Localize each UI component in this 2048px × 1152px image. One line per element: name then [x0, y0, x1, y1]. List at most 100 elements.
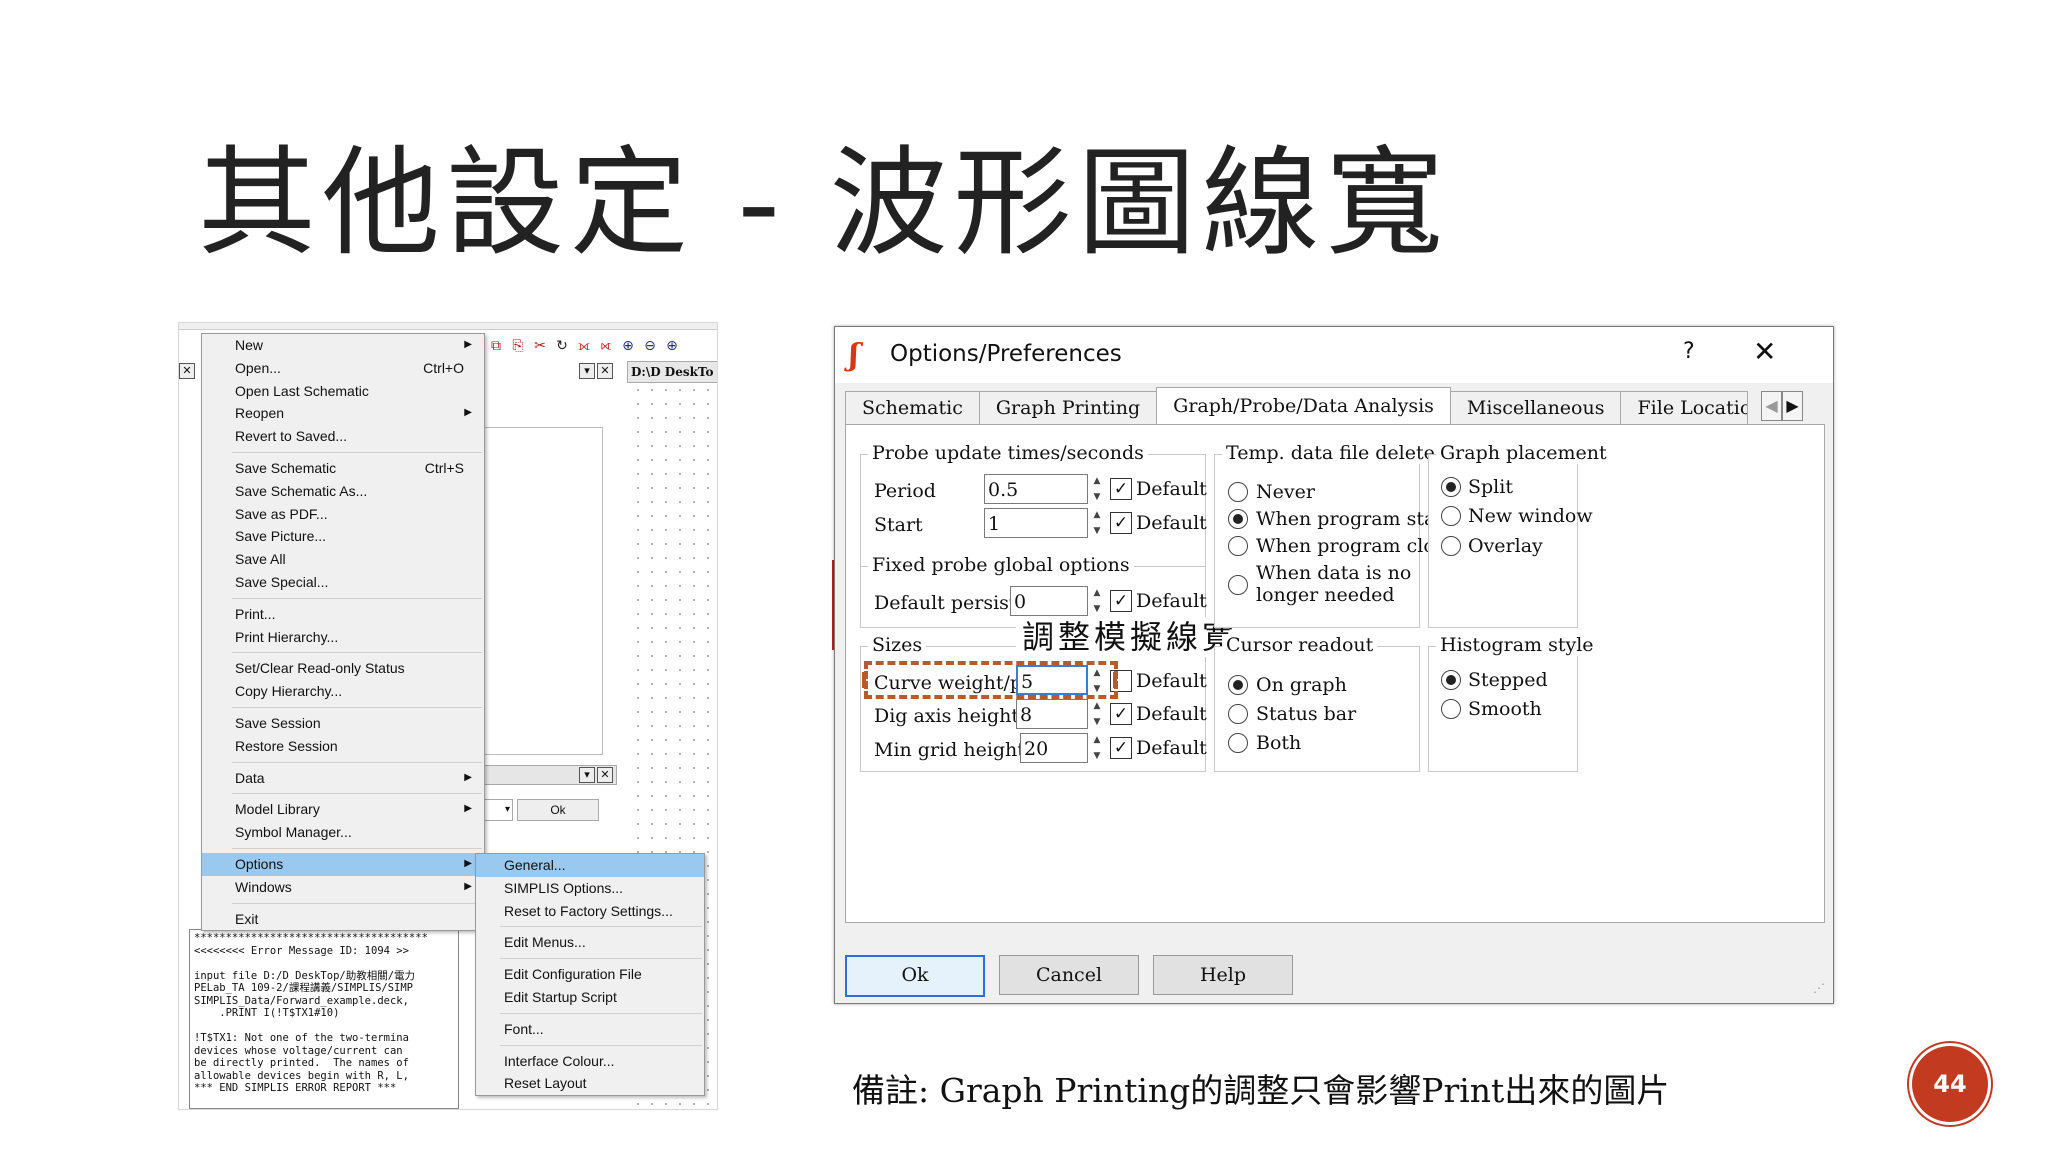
- file-menu-item[interactable]: Model Library ▶: [202, 798, 484, 821]
- file-menu-item[interactable]: Print...: [202, 603, 484, 626]
- options-submenu-item[interactable]: Edit Configuration File: [476, 963, 704, 986]
- file-menu-item[interactable]: Restore Session: [202, 735, 484, 758]
- start-label: Start: [874, 514, 923, 536]
- menu-item-label: Copy Hierarchy...: [235, 683, 343, 700]
- zoom-out-icon[interactable]: ⊖: [641, 337, 659, 355]
- options-submenu-item[interactable]: Interface Colour...: [476, 1050, 704, 1073]
- menu-separator: [500, 926, 702, 928]
- copy-icon[interactable]: ⧉: [487, 337, 505, 355]
- file-menu-item[interactable]: Save as PDF...: [202, 503, 484, 526]
- cursor-on-graph-radio[interactable]: [1228, 675, 1248, 695]
- options-submenu-item[interactable]: Font...: [476, 1018, 704, 1041]
- help-icon[interactable]: ?: [1683, 339, 1695, 364]
- file-menu-item[interactable]: Save Picture...: [202, 525, 484, 548]
- file-menu-item[interactable]: Exit: [202, 908, 484, 931]
- file-menu-item[interactable]: Set/Clear Read-only Status: [202, 657, 484, 680]
- file-menu-item[interactable]: Print Hierarchy...: [202, 626, 484, 649]
- temp-closes-radio[interactable]: [1228, 536, 1248, 556]
- cursor-both-radio[interactable]: [1228, 733, 1248, 753]
- rotate-icon[interactable]: ↻: [553, 337, 571, 355]
- tab-schematic[interactable]: Schematic: [845, 391, 980, 424]
- resize-grip-icon[interactable]: ⋰: [1813, 981, 1825, 995]
- temp-nolonger-radio[interactable]: [1228, 575, 1248, 595]
- options-submenu-item[interactable]: SIMPLIS Options...: [476, 877, 704, 900]
- temp-starts-radio[interactable]: [1228, 509, 1248, 529]
- start-default-checkbox[interactable]: ✓: [1110, 512, 1132, 534]
- options-submenu-item[interactable]: Edit Startup Script: [476, 986, 704, 1009]
- persistence-stepper[interactable]: ▲ ▼: [1090, 586, 1104, 616]
- file-menu-item[interactable]: Open... Ctrl+O: [202, 357, 484, 380]
- cursor-status-bar-radio[interactable]: [1228, 704, 1248, 724]
- period-input[interactable]: 0.5: [984, 474, 1088, 504]
- min-grid-input[interactable]: 20: [1020, 733, 1088, 763]
- file-menu-item[interactable]: Save Schematic Ctrl+S: [202, 457, 484, 480]
- error-line: .PRINT I(!T$TX1#10): [194, 1007, 340, 1019]
- period-default-label: Default: [1136, 478, 1207, 500]
- chevron-left-icon[interactable]: ◀: [1761, 391, 1782, 421]
- file-menu-item[interactable]: Save Session: [202, 712, 484, 735]
- menu-item-label: Restore Session: [235, 737, 338, 754]
- cancel-button[interactable]: Cancel: [999, 955, 1139, 995]
- histogram-smooth-radio[interactable]: [1441, 699, 1461, 719]
- file-menu-item[interactable]: Save Schematic As...: [202, 480, 484, 503]
- file-menu-item[interactable]: Data ▶: [202, 767, 484, 790]
- persistence-default-checkbox[interactable]: ✓: [1110, 590, 1132, 612]
- file-menu-item[interactable]: Windows ▶: [202, 876, 484, 899]
- close-icon[interactable]: ✕: [179, 363, 195, 379]
- zoom-in-icon[interactable]: ⊕: [663, 337, 681, 355]
- zoom-fit-icon[interactable]: ⊕: [619, 337, 637, 355]
- temp-never-label: Never: [1256, 481, 1315, 503]
- persistence-default-label: Default: [1136, 590, 1207, 612]
- submenu-arrow-icon: ▶: [464, 880, 472, 892]
- menu-separator: [232, 902, 482, 904]
- flip-icon[interactable]: ⟖: [597, 337, 615, 355]
- chevron-right-icon[interactable]: ▶: [1782, 391, 1803, 421]
- persistence-input[interactable]: 0: [1010, 586, 1088, 616]
- file-menu-item[interactable]: Save All: [202, 548, 484, 571]
- tab-graph-printing[interactable]: Graph Printing: [978, 391, 1158, 424]
- min-grid-default-checkbox[interactable]: ✓: [1110, 737, 1132, 759]
- file-menu-item[interactable]: Symbol Manager...: [202, 821, 484, 844]
- tab-file-locations[interactable]: File Locations: [1620, 391, 1749, 424]
- options-submenu: General... SIMPLIS Options... Reset to Fac…: [475, 853, 705, 1097]
- paste-icon[interactable]: ⎘: [509, 337, 527, 355]
- tab-miscellaneous[interactable]: Miscellaneous: [1449, 391, 1622, 424]
- close-icon[interactable]: ✕: [1753, 335, 1776, 368]
- tab-graph-probe-data-analysis[interactable]: Graph/Probe/Data Analysis: [1156, 387, 1451, 424]
- menu-separator: [232, 793, 482, 795]
- temp-never-radio[interactable]: [1228, 482, 1248, 502]
- cut-icon[interactable]: ✂: [531, 337, 549, 355]
- options-submenu-item[interactable]: Reset to Factory Settings...: [476, 900, 704, 923]
- period-stepper[interactable]: ▲ ▼: [1090, 474, 1104, 504]
- close-icon[interactable]: ✕: [597, 767, 613, 783]
- close-icon[interactable]: ✕: [597, 363, 613, 379]
- start-input[interactable]: 1: [984, 508, 1088, 538]
- file-menu-item[interactable]: Open Last Schematic: [202, 380, 484, 403]
- mirror-icon[interactable]: ⟗: [575, 337, 593, 355]
- options-submenu-item[interactable]: General...: [476, 854, 704, 877]
- file-menu-item[interactable]: Copy Hierarchy...: [202, 680, 484, 703]
- curve-weight-default-label: Default: [1136, 670, 1207, 692]
- period-default-checkbox[interactable]: ✓: [1110, 478, 1132, 500]
- dropdown-icon[interactable]: ▾: [579, 767, 595, 783]
- lower-ok-button[interactable]: Ok: [517, 799, 599, 821]
- placement-split-radio[interactable]: [1441, 477, 1461, 497]
- dig-axis-input[interactable]: 8: [1016, 699, 1088, 729]
- options-submenu-item[interactable]: Reset Layout: [476, 1072, 704, 1095]
- start-stepper[interactable]: ▲ ▼: [1090, 508, 1104, 538]
- options-submenu-item[interactable]: Edit Menus...: [476, 931, 704, 954]
- histogram-stepped-radio[interactable]: [1441, 670, 1461, 690]
- dig-axis-default-checkbox[interactable]: ✓: [1110, 703, 1132, 725]
- file-menu-item[interactable]: Save Special...: [202, 571, 484, 594]
- dig-axis-stepper[interactable]: ▲ ▼: [1090, 699, 1104, 729]
- help-button[interactable]: Help: [1153, 955, 1293, 995]
- min-grid-stepper[interactable]: ▲ ▼: [1090, 733, 1104, 763]
- file-menu-item[interactable]: Revert to Saved...: [202, 425, 484, 448]
- file-menu-item[interactable]: New ▶: [202, 334, 484, 357]
- file-menu-item[interactable]: Reopen ▶: [202, 402, 484, 425]
- file-menu-item[interactable]: Options ▶: [202, 852, 484, 876]
- placement-new-window-radio[interactable]: [1441, 506, 1461, 526]
- placement-overlay-radio[interactable]: [1441, 536, 1461, 556]
- dropdown-icon[interactable]: ▾: [579, 363, 595, 379]
- ok-button[interactable]: Ok: [845, 955, 985, 997]
